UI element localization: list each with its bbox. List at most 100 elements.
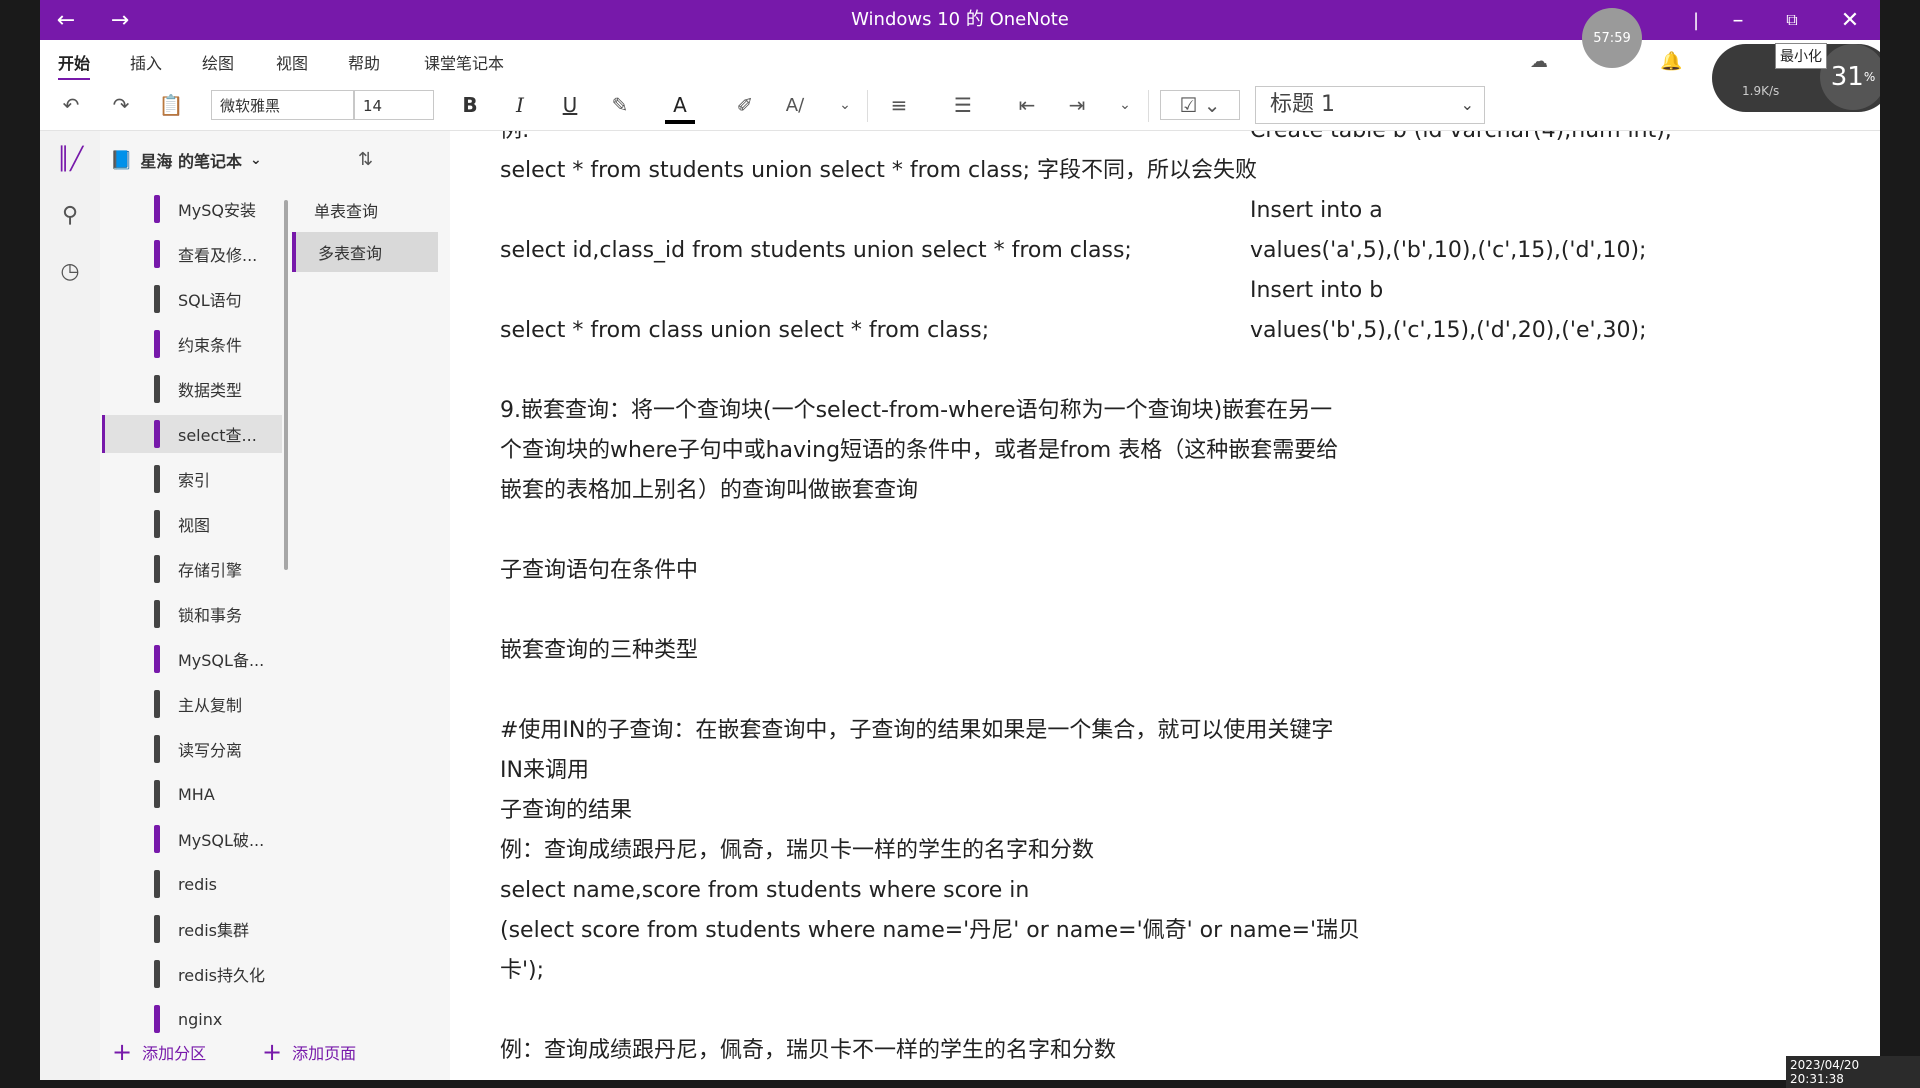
note-line[interactable]: 嵌套的表格加上别名）的查询叫做嵌套查询 [500,471,918,511]
section-item[interactable]: redis [102,865,282,903]
search-icon[interactable]: ⚲ [50,195,90,235]
note-line[interactable]: select * from class union select * from … [500,311,989,351]
note-line[interactable]: #使用IN的子查询：在嵌套查询中，子查询的结果如果是一个集合，就可以使用关键字 [500,711,1333,751]
tab-home[interactable]: 开始 [58,50,91,81]
tab-help[interactable]: 帮助 [348,50,380,74]
punctuation-icon[interactable]: °, [1650,1051,1663,1070]
note-line[interactable]: select name,score from students where sc… [500,871,1029,911]
tab-draw[interactable]: 绘图 [202,50,234,74]
ime-mode[interactable]: 中 [1620,1048,1636,1072]
highlighter-icon[interactable]: ✎ [605,90,635,120]
microphone-icon[interactable]: ⚭ [1708,1051,1721,1070]
font-size-field[interactable]: 14 [354,90,434,120]
section-item[interactable]: MHA [102,775,282,813]
recording-timer-badge: 57:59 [1582,8,1642,68]
section-label: 读写分离 [178,741,243,760]
sort-icon[interactable]: ⇅ [358,144,373,174]
notebook-selector[interactable]: 📘 星海 的笔记本 ⌄ [110,145,262,175]
outdent-icon[interactable]: ⇤ [1010,90,1044,120]
redo-icon[interactable]: ↷ [106,90,136,120]
note-line[interactable]: Insert into a [1250,191,1383,231]
note-line[interactable]: 子查询的结果 [500,791,632,831]
section-item[interactable]: 主从复制 [102,685,282,723]
note-line[interactable]: select id,class_id from students union s… [500,231,1132,271]
section-item[interactable]: 索引 [102,460,282,498]
section-item[interactable]: nginx [102,1000,282,1038]
section-color-tab [154,465,160,493]
section-label: nginx [178,1009,223,1029]
undo-icon[interactable]: ↶ [56,90,86,120]
section-item[interactable]: 约束条件 [102,325,282,363]
recent-clock-icon[interactable]: ◷ [50,251,90,291]
clear-format-icon[interactable]: A∕ [780,90,810,120]
underline-button[interactable]: U [555,90,585,120]
add-section-button[interactable]: + 添加分区 [112,1038,206,1066]
note-line[interactable]: Create table b (id varchar(4),num int); [1250,131,1672,151]
note-line[interactable]: values('b',5),('c',15),('d',20),('e',30)… [1250,311,1647,351]
chevron-down-icon[interactable]: ⌄ [835,90,855,120]
notebooks-icon[interactable]: ║╱ [50,139,90,179]
note-line[interactable]: 嵌套查询的三种类型 [500,631,698,671]
note-line[interactable]: IN来调用 [500,751,589,791]
note-line[interactable]: 子查询语句在条件中 [500,551,698,591]
style-dropdown[interactable]: 标题 1 ⌄ [1255,86,1485,124]
page-item-single-table[interactable]: 单表查询 [292,190,438,230]
note-line[interactable]: values('a',5),('b',10),('c',15),('d',10)… [1250,231,1646,271]
section-label: select查... [178,426,257,445]
tab-insert[interactable]: 插入 [130,50,162,74]
page-item-multi-table[interactable]: 多表查询 [292,232,438,272]
bullet-list-icon[interactable]: ≡ [882,90,916,120]
net-speed: 1.9K/s [1742,84,1780,98]
section-color-tab [154,690,160,718]
note-canvas[interactable]: 例:select * from students union select * … [450,131,1880,1080]
section-item[interactable]: 锁和事务 [102,595,282,633]
font-color-button[interactable]: A [665,90,695,124]
minimize-button[interactable]: – [1718,4,1758,36]
chevron-down-icon[interactable]: ⌄ [1115,90,1135,120]
note-line[interactable]: select * from students union select * fr… [500,151,1257,191]
note-line[interactable]: 9.嵌套查询：将一个查询块(一个select-from-where语句称为一个查… [500,391,1332,431]
section-color-tab [154,915,160,943]
restore-button[interactable]: ⧉ [1772,4,1812,36]
bell-icon[interactable]: 🔔 [1660,46,1682,76]
tab-class-notebook[interactable]: 课堂笔记本 [424,50,504,74]
section-item[interactable]: redis集群 [102,910,282,948]
note-line[interactable]: Insert into b [1250,271,1383,311]
sections-scrollbar[interactable] [284,200,288,570]
indent-icon[interactable]: ⇥ [1060,90,1094,120]
section-item[interactable]: MySQL破... [102,820,282,858]
sync-icon[interactable]: ☁ [1530,46,1548,76]
section-item[interactable]: select查... [102,415,282,453]
tab-view[interactable]: 视图 [276,50,308,74]
section-item[interactable]: MySQ安装 [102,190,282,228]
note-line[interactable]: 例：查询成绩跟丹尼，佩奇，瑞贝卡一样的学生的名字和分数 [500,831,1094,871]
emoji-icon[interactable]: ☺ [1677,1051,1694,1070]
numbered-list-icon[interactable]: ☰ [946,90,980,120]
section-item[interactable]: 视图 [102,505,282,543]
clipboard-icon[interactable]: 📋 [156,90,186,120]
section-item[interactable]: 存储引擎 [102,550,282,588]
note-line[interactable]: 例: [500,131,529,151]
note-line[interactable]: 个查询块的where子句中或having短语的条件中，或者是from 表格（这种… [500,431,1338,471]
sogou-ime-icon[interactable]: S [1590,1048,1606,1073]
section-item[interactable]: 数据类型 [102,370,282,408]
italic-button[interactable]: I [505,90,535,120]
note-line[interactable]: 例：查询成绩跟丹尼，佩奇，瑞贝卡不一样的学生的名字和分数 [500,1031,1116,1071]
section-item[interactable]: SQL语句 [102,280,282,318]
section-label: MHA [178,784,215,804]
todo-tag-button[interactable]: ☑ ⌄ [1160,90,1240,120]
note-line[interactable]: 卡'); [500,951,544,991]
font-name-field[interactable]: 微软雅黑 [211,90,354,120]
section-item[interactable]: MySQL备... [102,640,282,678]
keyboard-icon[interactable]: ⌨ [1735,1051,1758,1070]
format-painter-icon[interactable]: ✐ [730,90,760,120]
section-label: 视图 [178,516,211,535]
add-page-button[interactable]: + 添加页面 [262,1038,356,1066]
close-button[interactable]: ✕ [1830,4,1870,36]
section-item[interactable]: 读写分离 [102,730,282,768]
bold-button[interactable]: B [455,90,485,120]
section-item[interactable]: redis持久化 [102,955,282,993]
add-page-label: 添加页面 [292,1044,357,1063]
section-item[interactable]: 查看及修... [102,235,282,273]
note-line[interactable]: (select score from students where name='… [500,911,1360,951]
